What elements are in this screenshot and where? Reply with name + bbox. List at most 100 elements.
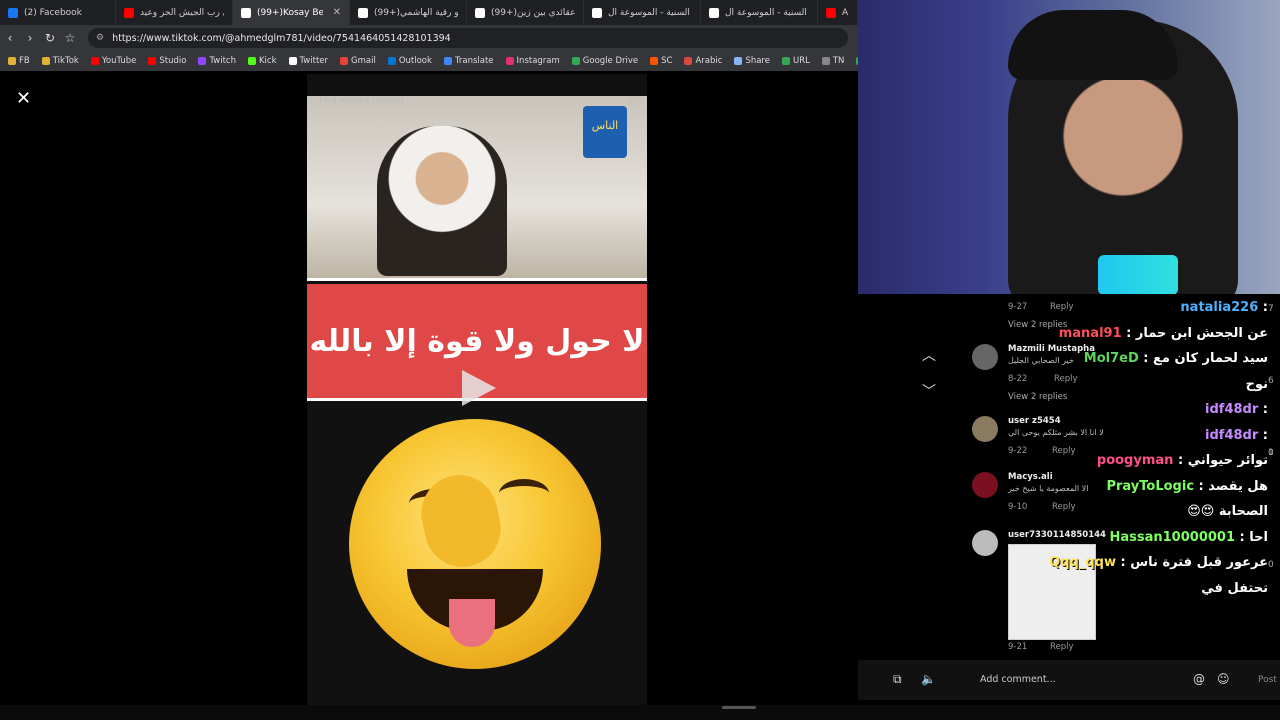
browser-tab[interactable]: عيني رب الجيش الحر وعيد... bbox=[116, 0, 233, 25]
emoji-hand bbox=[414, 468, 508, 574]
browser-tab[interactable]: (99+)ابو رقية الهاشمي (@ bbox=[350, 0, 467, 25]
bookmark-item[interactable]: Translate bbox=[443, 56, 494, 66]
comment-author[interactable]: user z5454 bbox=[1008, 416, 1061, 426]
chat-message: الصحابة 😍😍 bbox=[1187, 504, 1268, 519]
bookmark-label: TikTok bbox=[52, 56, 79, 66]
comment-author[interactable]: user7330114850144 bbox=[1008, 530, 1106, 540]
search-icon[interactable]: ⌕ bbox=[628, 92, 635, 107]
bookmark-icon bbox=[734, 57, 743, 65]
bookmark-item[interactable]: Twitch bbox=[198, 56, 236, 66]
next-video-icon[interactable]: ﹀ bbox=[917, 380, 941, 404]
post-button[interactable]: Post bbox=[1258, 675, 1277, 685]
bookmark-item[interactable]: Share bbox=[734, 56, 770, 66]
comment-author[interactable]: Macys.ali bbox=[1008, 472, 1053, 482]
bookmark-item[interactable]: TN bbox=[821, 56, 844, 66]
bookmark-item[interactable]: YouTube bbox=[90, 56, 136, 66]
bookmark-item[interactable]: URL bbox=[781, 56, 810, 66]
channel-logo: الناس bbox=[583, 106, 627, 158]
bookmark-item[interactable]: Outlook bbox=[387, 56, 432, 66]
find-related-search[interactable]: Find related content bbox=[319, 96, 404, 106]
reply-button[interactable]: Reply bbox=[1052, 446, 1076, 456]
chat-text: الصحابة 😍😍 bbox=[1187, 504, 1268, 519]
chat-text: سيد لحمار كان مع bbox=[1153, 351, 1268, 366]
bookmark-label: Studio bbox=[159, 56, 187, 66]
mention-icon[interactable]: @ bbox=[1193, 672, 1205, 686]
tab-close-icon[interactable]: ✕ bbox=[333, 7, 341, 18]
bookmark-icon bbox=[387, 57, 396, 65]
video-player[interactable]: الناس Find related content ⌕ لا حول ولا … bbox=[307, 74, 647, 706]
reply-button[interactable]: Reply bbox=[1054, 374, 1078, 384]
close-icon[interactable]: ✕ bbox=[16, 88, 31, 109]
bookmark-icon bbox=[821, 57, 830, 65]
chat-text: عن الجحش ابن حمار bbox=[1135, 325, 1268, 341]
bookmark-icon bbox=[340, 57, 349, 65]
browser-tab[interactable]: الدرر السنية - الموسوعة ال bbox=[584, 0, 701, 25]
bookmark-item[interactable]: Studio bbox=[148, 56, 186, 66]
bookmark-item[interactable]: FB bbox=[8, 56, 30, 66]
tab-label: (99+)Kosay Betar (@... bbox=[257, 7, 323, 18]
site-info-icon[interactable]: ⚙ bbox=[96, 33, 104, 43]
chat-message: عن الجحش ابن حمار : manal91 bbox=[1059, 326, 1268, 341]
comment-author[interactable]: Mazmili Mustapha bbox=[1008, 344, 1095, 354]
add-comment-input[interactable]: Add comment... bbox=[980, 674, 1056, 685]
tab-label: (2) Facebook bbox=[24, 7, 82, 18]
bookmark-item[interactable]: Twitter bbox=[288, 56, 328, 66]
chat-message: تحتفل في bbox=[1201, 581, 1268, 596]
chat-message: احا : Hassan10000001 bbox=[1109, 530, 1268, 545]
bookmark-item[interactable]: Arabic bbox=[684, 56, 722, 66]
bookmark-item[interactable]: SC bbox=[650, 56, 672, 66]
forward-icon[interactable]: › bbox=[20, 31, 40, 45]
tab-favicon-icon bbox=[592, 7, 602, 18]
horizontal-scrollbar[interactable] bbox=[0, 705, 1280, 720]
bookmark-label: Translate bbox=[454, 56, 494, 66]
chat-separator: : bbox=[1173, 453, 1188, 468]
comment-text: خير الصحابي الجليل bbox=[1008, 356, 1074, 365]
chat-separator: : bbox=[1258, 427, 1268, 443]
back-icon[interactable]: ‹ bbox=[0, 31, 20, 45]
browser-tab[interactable]: (99+)Kosay Betar (@... ✕ bbox=[233, 0, 350, 25]
url-text: https://www.tiktok.com/@ahmedglm781/vide… bbox=[112, 32, 451, 44]
reply-button[interactable]: Reply bbox=[1050, 302, 1074, 312]
comment-date: 9-22 bbox=[1008, 446, 1028, 456]
tab-label: الدرر السنية - الموسوعة ال bbox=[608, 7, 692, 18]
browser-tab[interactable]: (99+)حوار عقائدي بين زين bbox=[467, 0, 584, 25]
bookmark-item[interactable]: TikTok bbox=[41, 56, 79, 66]
bookmark-item[interactable]: Google Drive bbox=[571, 56, 638, 66]
browser-tab[interactable]: الدرر السنية - الموسوعة ال bbox=[701, 0, 818, 25]
comment-date: 9-21 bbox=[1008, 642, 1028, 652]
chat-username: natalia226 bbox=[1180, 300, 1259, 315]
scrollbar-thumb[interactable] bbox=[722, 706, 756, 709]
reload-icon[interactable]: ↻ bbox=[40, 31, 60, 45]
bookmark-icon bbox=[781, 57, 790, 65]
chat-username: PrayToLogic bbox=[1106, 478, 1195, 494]
address-bar: ‹ › ↻ ☆ ⚙ https://www.tiktok.com/@ahmedg… bbox=[0, 25, 858, 51]
bookmark-item[interactable]: Instagram bbox=[505, 56, 560, 66]
avatar[interactable] bbox=[972, 416, 998, 442]
copy-link-icon[interactable]: ⧉ bbox=[893, 672, 902, 687]
browser-tab[interactable]: (2) Facebook bbox=[0, 0, 116, 25]
previous-video-icon[interactable]: ︿ bbox=[917, 344, 941, 368]
reply-button[interactable]: Reply bbox=[1052, 502, 1076, 512]
browser-tab[interactable]: A vie bbox=[818, 0, 858, 25]
tab-favicon-icon bbox=[709, 7, 719, 18]
bookmark-item[interactable]: Kick bbox=[247, 56, 277, 66]
volume-icon[interactable]: 🔈 bbox=[921, 672, 936, 686]
like-count: 1 bbox=[1268, 448, 1274, 458]
avatar[interactable] bbox=[972, 530, 998, 556]
bookmark-icon bbox=[90, 57, 99, 65]
avatar[interactable] bbox=[972, 344, 998, 370]
chat-username: Hassan10000001 bbox=[1109, 529, 1236, 545]
reply-button[interactable]: Reply bbox=[1050, 642, 1074, 652]
bookmark-item[interactable]: Gmail bbox=[340, 56, 376, 66]
chat-username: poogyman bbox=[1096, 453, 1174, 468]
chat-separator: : bbox=[1258, 300, 1268, 315]
avatar[interactable] bbox=[972, 472, 998, 498]
emoji-icon[interactable]: ☺ bbox=[1217, 672, 1230, 686]
view-replies-button[interactable]: View 2 replies bbox=[1008, 392, 1067, 402]
url-field[interactable]: ⚙ https://www.tiktok.com/@ahmedglm781/vi… bbox=[88, 28, 848, 48]
chat-username: Qqq_qqw bbox=[1049, 555, 1116, 570]
bookmark-icon bbox=[684, 57, 693, 65]
bookmark-label: Outlook bbox=[398, 56, 432, 66]
play-icon[interactable] bbox=[462, 370, 496, 406]
bookmark-star-icon[interactable]: ☆ bbox=[60, 31, 80, 45]
